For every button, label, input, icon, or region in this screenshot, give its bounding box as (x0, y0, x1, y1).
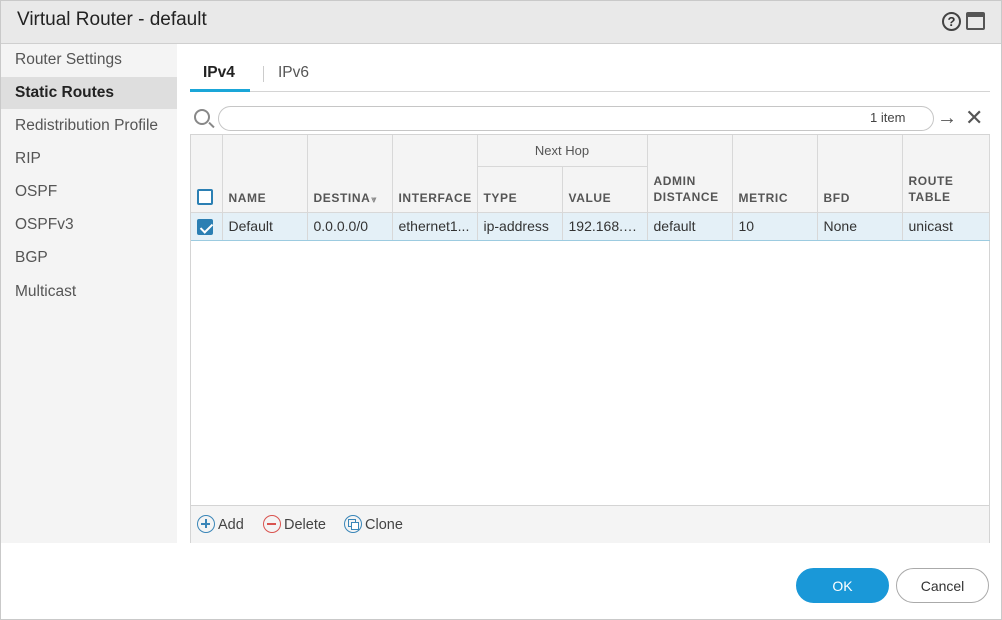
table-row[interactable]: Default 0.0.0.0/0 ethernet1... ip-addres… (191, 212, 990, 241)
main-panel: IPv4 IPv6 1 item → ✕ NAME DESTINA⩔ INTER… (177, 44, 1002, 543)
add-button[interactable]: Add (197, 515, 244, 533)
active-tab-indicator (190, 89, 250, 92)
sidebar-item-ospf[interactable]: OSPF (1, 176, 177, 208)
sidebar: Router Settings Static Routes Redistribu… (1, 44, 177, 543)
clone-button[interactable]: Clone (344, 515, 403, 533)
delete-icon (263, 515, 281, 533)
sidebar-item-router-settings[interactable]: Router Settings (1, 44, 177, 76)
apply-filter-arrow-icon[interactable]: → (937, 107, 957, 129)
sidebar-item-redistribution-profile[interactable]: Redistribution Profile (1, 110, 177, 142)
tab-ipv6[interactable]: IPv6 (278, 64, 309, 82)
column-header-admin-distance[interactable]: ADMIN DISTANCE (647, 135, 733, 213)
sidebar-item-bgp[interactable]: BGP (1, 242, 177, 274)
search-icon (194, 109, 210, 125)
filter-input[interactable] (218, 106, 934, 131)
row-checkbox[interactable] (197, 218, 213, 235)
cell-destination[interactable]: 0.0.0.0/0 (307, 212, 393, 241)
column-header-name[interactable]: NAME (222, 135, 308, 213)
table-actions-bar: Add Delete Clone (191, 505, 989, 543)
cancel-button[interactable]: Cancel (896, 568, 989, 603)
row-select-cell (191, 212, 223, 241)
title-bar: Virtual Router - default ? (1, 1, 1001, 44)
tab-ipv4[interactable]: IPv4 (203, 64, 235, 82)
help-icon[interactable]: ? (942, 12, 961, 31)
clear-filter-close-icon[interactable]: ✕ (965, 106, 983, 130)
cell-bfd[interactable]: None (817, 212, 903, 241)
sidebar-item-multicast[interactable]: Multicast (1, 276, 177, 308)
virtual-router-dialog: Virtual Router - default ? Router Settin… (0, 0, 1002, 620)
delete-label: Delete (284, 517, 326, 533)
static-routes-table: NAME DESTINA⩔ INTERFACE Next Hop ADMIN D… (190, 134, 990, 543)
sidebar-item-rip[interactable]: RIP (1, 143, 177, 175)
column-header-route-table[interactable]: ROUTE TABLE (902, 135, 990, 213)
item-count: 1 item (870, 110, 906, 125)
select-all-checkbox[interactable] (197, 188, 213, 205)
dialog-title: Virtual Router - default (17, 9, 207, 30)
column-header-bfd[interactable]: BFD (817, 135, 903, 213)
column-group-next-hop: Next Hop (477, 135, 648, 167)
add-icon (197, 515, 215, 533)
sidebar-item-static-routes[interactable]: Static Routes (1, 77, 177, 109)
cell-name[interactable]: Default (222, 212, 308, 241)
tab-bar: IPv4 IPv6 (190, 44, 990, 92)
cell-interface[interactable]: ethernet1... (392, 212, 478, 241)
cell-metric[interactable]: 10 (732, 212, 818, 241)
filter-bar: 1 item → ✕ (190, 104, 990, 134)
column-header-interface[interactable]: INTERFACE (392, 135, 478, 213)
select-all-header (191, 135, 223, 213)
column-header-destination[interactable]: DESTINA⩔ (307, 135, 393, 213)
column-header-type[interactable]: TYPE (477, 166, 563, 213)
cell-admin-distance[interactable]: default (647, 212, 733, 241)
clone-icon (344, 515, 362, 533)
column-header-metric[interactable]: METRIC (732, 135, 818, 213)
cell-type[interactable]: ip-address (477, 212, 563, 241)
sidebar-item-ospfv3[interactable]: OSPFv3 (1, 209, 177, 241)
clone-label: Clone (365, 517, 403, 533)
ok-button[interactable]: OK (796, 568, 889, 603)
cell-value[interactable]: 192.168.1... (562, 212, 648, 241)
add-label: Add (218, 517, 244, 533)
maximize-icon[interactable] (966, 12, 985, 30)
sort-icon: ⩔ (371, 193, 378, 204)
delete-button[interactable]: Delete (263, 515, 326, 533)
tab-separator (263, 66, 264, 82)
cell-route-table[interactable]: unicast (902, 212, 990, 241)
column-header-value[interactable]: VALUE (562, 166, 648, 213)
column-header-destination-label: DESTINA (313, 190, 371, 205)
